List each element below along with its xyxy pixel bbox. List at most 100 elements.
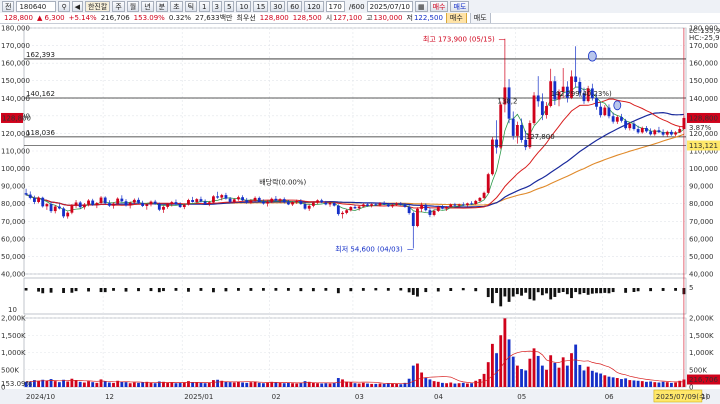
period-button-5[interactable]: 틱 (184, 1, 198, 12)
interval-button-7[interactable]: 120 (304, 1, 324, 12)
window-menu-button[interactable]: 전 (2, 1, 15, 12)
date-input[interactable]: 2025/07/10 (366, 1, 413, 12)
interval-button-1[interactable]: 3 (211, 1, 222, 12)
buy-button[interactable]: 매수 (429, 1, 449, 12)
volume-bar (574, 344, 578, 387)
indicator-bar (536, 288, 540, 293)
price-tick-right: 70,000 (689, 218, 714, 226)
volume-bar (524, 370, 528, 387)
period-button-3[interactable]: 분 (155, 1, 169, 12)
volume-bar (461, 382, 465, 387)
period-button-2[interactable]: 년 (141, 1, 154, 12)
count-input[interactable]: 170 (325, 1, 345, 12)
candle-body (174, 202, 178, 205)
candle-body (311, 202, 315, 206)
indicator-bar (661, 288, 665, 291)
indicator-bar (386, 288, 390, 291)
price-tick-left: 170,000 (1, 42, 30, 50)
volume-bar (291, 383, 294, 387)
candle-body (257, 197, 261, 202)
interval-button-3[interactable]: 10 (236, 1, 252, 12)
stock-code-input[interactable]: 180640 (16, 1, 57, 12)
price-tick-left: 140,000 (1, 95, 30, 103)
indicator-bar (603, 288, 607, 293)
order-tab-buy[interactable]: 매수 (445, 13, 467, 23)
volume-bar (391, 383, 394, 387)
volume-bar (299, 382, 303, 387)
order-tab-sell[interactable]: 매도 (469, 13, 491, 23)
volume-bar (545, 369, 548, 387)
volume-bar (245, 382, 249, 387)
volume-bar (470, 383, 473, 387)
date-label: 04 (434, 393, 443, 401)
volume-bar (316, 383, 319, 387)
candle-body (349, 207, 353, 211)
candle-body (515, 124, 519, 136)
candle-body (41, 197, 45, 207)
price-tick-right: 140,000 (689, 95, 718, 103)
candle-body (137, 199, 140, 203)
interval-button-5[interactable]: 30 (270, 1, 286, 12)
volume-bar (45, 380, 49, 387)
candle-body (661, 132, 665, 135)
candle-body (615, 117, 619, 122)
volume-bar (112, 382, 115, 387)
candle-body (449, 204, 453, 208)
candle-body (653, 130, 657, 135)
stock-name-field[interactable]: 한진칼 (84, 1, 111, 12)
sell-button[interactable]: 매도 (450, 1, 470, 12)
search-icon[interactable]: ⚲ (58, 1, 70, 12)
quote-row: 128,800 ▲ 6,300 +5.14% 216,706 153.09% 0… (0, 13, 720, 24)
date-label: 12 (105, 393, 114, 401)
interval-button-6[interactable]: 60 (287, 1, 303, 12)
calendar-icon[interactable]: ▦ (414, 1, 428, 12)
stock-chart[interactable]: 162,393140,162118,036 180,000 180,000170,… (0, 24, 720, 404)
period-button-0[interactable]: 주 (112, 1, 125, 12)
interval-button-4[interactable]: 15 (253, 1, 269, 12)
candle-body (303, 204, 307, 209)
hc-label: HC:-25,93 (689, 34, 720, 42)
price-tick-left: 100,000 (1, 165, 30, 173)
interval-button-2[interactable]: 5 (223, 1, 235, 12)
candle-body (95, 203, 99, 206)
indicator-bar (607, 288, 611, 294)
indicator-bar (570, 288, 573, 299)
candle-body (445, 207, 449, 209)
period-button-4[interactable]: 초 (170, 1, 183, 12)
volume-bar (237, 381, 240, 387)
candle-body (495, 139, 498, 148)
turnover-pct: 0.32% (168, 14, 192, 22)
candle-body (395, 203, 399, 205)
indicator-tick-right: 5 (689, 284, 693, 292)
volume-bar (278, 382, 282, 387)
volume-bar (578, 364, 582, 387)
candle-body (66, 212, 70, 217)
volume-bar (361, 382, 365, 387)
indicator-bar (599, 288, 603, 294)
candle-body (353, 207, 357, 209)
candle-body (295, 201, 299, 203)
price-tick-left: 40,000 (1, 271, 26, 279)
candle-body (182, 204, 186, 208)
volume-bar (457, 383, 461, 387)
candle-body (199, 199, 203, 202)
volume-tick-right: 500K (689, 366, 707, 374)
volume-bar (87, 381, 90, 387)
volume-bar (170, 382, 174, 387)
volume-bar (411, 365, 415, 387)
indicator-bar (515, 288, 519, 295)
candle-body (232, 199, 236, 202)
volume-bar (661, 381, 665, 387)
candle-body (228, 198, 232, 202)
price-tick-right: 100,000 (689, 165, 718, 173)
indicator-bar (299, 288, 303, 292)
candle-body (620, 117, 623, 121)
date-label: 02 (272, 393, 281, 401)
period-button-1[interactable]: 월 (126, 1, 140, 12)
indicator-bar (249, 288, 253, 291)
prev-stock-icon[interactable]: ◀ (71, 1, 83, 12)
volume-bar (228, 382, 232, 387)
interval-button-0[interactable]: 1 (199, 1, 210, 12)
candle-body (157, 203, 161, 210)
volume-bar (174, 383, 178, 387)
